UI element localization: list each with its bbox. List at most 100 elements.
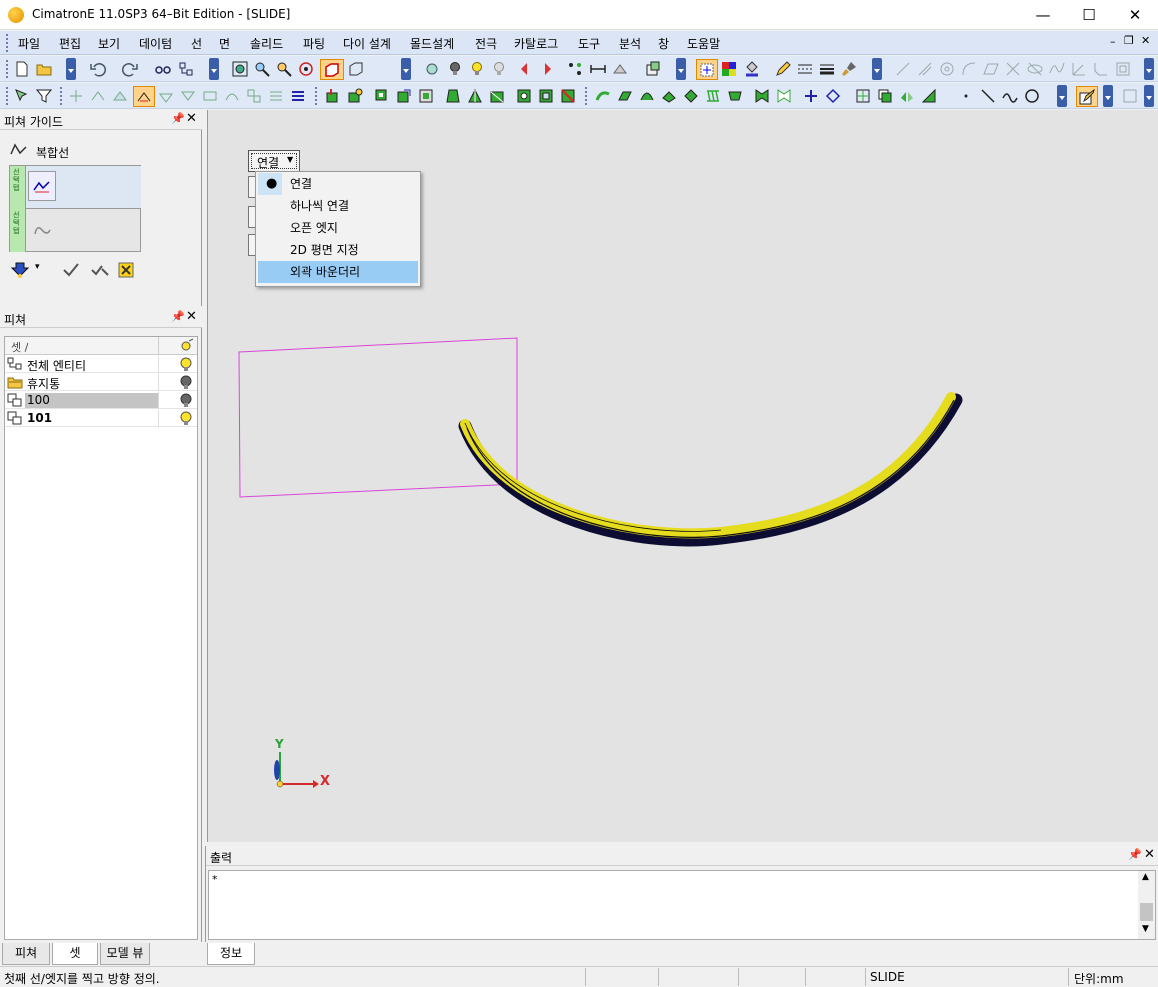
chamfer-tool-icon[interactable] xyxy=(1093,61,1109,77)
points-icon[interactable] xyxy=(567,61,583,77)
mdi-minimize-button[interactable]: – xyxy=(1110,35,1116,48)
paint-bucket-icon[interactable] xyxy=(744,61,760,77)
toolbar-overflow-button[interactable] xyxy=(401,58,411,80)
render-icon[interactable] xyxy=(424,61,440,77)
toolbar-overflow-button[interactable] xyxy=(676,58,686,80)
part-body[interactable] xyxy=(460,392,956,539)
spline-tool-icon[interactable] xyxy=(1049,61,1065,77)
menu-analysis[interactable]: 분석 xyxy=(619,35,641,52)
menu-help[interactable]: 도움말 xyxy=(687,35,720,52)
filter-toggle-button[interactable] xyxy=(696,59,718,80)
bulb-on-icon[interactable] xyxy=(180,411,192,426)
sweep-surface-icon[interactable] xyxy=(595,88,611,104)
toolbar-overflow-button[interactable] xyxy=(66,58,76,80)
apply-icon[interactable] xyxy=(90,261,110,279)
toolbar-grip[interactable] xyxy=(6,60,10,78)
close-button[interactable]: ✕ xyxy=(1112,0,1158,30)
sketcher-button[interactable] xyxy=(1076,86,1098,107)
cut-icon[interactable] xyxy=(489,88,505,104)
split-icon[interactable] xyxy=(467,88,483,104)
bulb-off-icon[interactable] xyxy=(491,61,507,77)
circle-tool-icon[interactable] xyxy=(939,61,955,77)
pick-curve-icon[interactable] xyxy=(224,88,240,104)
pick-chain-button[interactable] xyxy=(133,86,155,107)
menu-mold-design[interactable]: 몰드설계 xyxy=(410,35,454,52)
tree-row[interactable]: 휴지통 xyxy=(5,374,197,391)
frame-tool-icon[interactable] xyxy=(1115,61,1131,77)
trim-surface-icon[interactable] xyxy=(754,88,770,104)
solid-tool-icon[interactable] xyxy=(645,61,661,77)
line-tool-icon[interactable] xyxy=(895,61,911,77)
toolbar-grip[interactable] xyxy=(585,87,589,105)
trim-tool-icon[interactable] xyxy=(1005,61,1021,77)
pick-list-icon[interactable] xyxy=(290,88,306,104)
line-icon[interactable] xyxy=(980,88,996,104)
section-icon[interactable] xyxy=(612,61,628,77)
toolbar-overflow-button[interactable] xyxy=(209,58,219,80)
output-close-button[interactable]: ✕ xyxy=(1144,847,1155,862)
zoom-fit-icon[interactable] xyxy=(232,61,248,77)
output-scrollbar[interactable]: ▲ ▼ xyxy=(1138,871,1155,939)
patch-surface-icon[interactable] xyxy=(727,88,743,104)
scroll-up-icon[interactable]: ▲ xyxy=(1142,872,1149,882)
zoom-window-icon[interactable] xyxy=(254,61,270,77)
toolbar-overflow-button[interactable] xyxy=(1057,85,1067,107)
mdi-restore-button[interactable]: ❐ xyxy=(1124,34,1134,47)
pick-face-icon[interactable] xyxy=(112,88,128,104)
open-folder-icon[interactable] xyxy=(36,61,52,77)
tree-row[interactable]: 101 xyxy=(5,410,197,427)
pick-surface-icon[interactable] xyxy=(202,88,218,104)
redo-icon[interactable] xyxy=(122,61,138,77)
line-tool-2-icon[interactable] xyxy=(917,61,933,77)
hole-icon[interactable] xyxy=(516,88,532,104)
connect-mode-combo[interactable]: 연결 ▼ xyxy=(248,150,300,172)
bulb-off-icon[interactable] xyxy=(180,375,192,390)
toolbar-overflow-button[interactable] xyxy=(1103,85,1113,107)
dropdown-item-outer-boundary[interactable]: 외곽 바운더리 xyxy=(258,261,418,283)
tree-row[interactable]: 전체 엔티티 xyxy=(5,356,197,373)
minimize-button[interactable]: — xyxy=(1020,0,1066,30)
line-width-icon[interactable] xyxy=(819,61,835,77)
menu-die-design[interactable]: 다이 설계 xyxy=(343,35,391,52)
shaded-view-button[interactable] xyxy=(320,59,344,80)
toolbar-grip[interactable] xyxy=(315,87,319,105)
menu-surface[interactable]: 면 xyxy=(219,35,230,52)
move-icon[interactable] xyxy=(855,88,871,104)
mdi-close-button[interactable]: ✕ xyxy=(1141,34,1150,47)
line-style-icon[interactable] xyxy=(797,61,813,77)
menu-solid[interactable]: 솔리드 xyxy=(250,35,283,52)
extend-surface-icon[interactable] xyxy=(776,88,792,104)
set-column-header[interactable]: 셋 / xyxy=(11,339,28,355)
pocket-icon[interactable] xyxy=(538,88,554,104)
blend-surface-icon[interactable] xyxy=(639,88,655,104)
transform-icon[interactable] xyxy=(825,88,841,104)
toolbar-overflow-button[interactable] xyxy=(1144,85,1154,107)
circle-icon[interactable] xyxy=(1024,88,1040,104)
dropdown-item-2d-plane[interactable]: 2D 평면 지정 xyxy=(258,239,418,261)
apply-down-icon[interactable] xyxy=(10,261,30,279)
copy-icon[interactable] xyxy=(877,88,893,104)
sketch-plane-box[interactable] xyxy=(238,337,518,498)
step-1-content[interactable] xyxy=(26,166,141,209)
zoom-icon[interactable] xyxy=(276,61,292,77)
angle-tool-icon[interactable] xyxy=(1071,61,1087,77)
menu-datum[interactable]: 데이텀 xyxy=(139,35,172,52)
glasses-icon[interactable] xyxy=(155,61,171,77)
parallelogram-tool-icon[interactable] xyxy=(983,61,999,77)
arrow-right-icon[interactable] xyxy=(539,61,555,77)
curve-direction-icon[interactable] xyxy=(34,222,52,238)
dropdown-item-connect-one[interactable]: 하나씩 연결 xyxy=(258,195,418,217)
tab-info[interactable]: 정보 xyxy=(207,943,255,965)
pick-loop-icon[interactable] xyxy=(180,88,196,104)
menu-electrode[interactable]: 전극 xyxy=(475,35,497,52)
ok-check-icon[interactable] xyxy=(62,261,80,279)
menu-tools[interactable]: 도구 xyxy=(578,35,600,52)
frame-icon[interactable] xyxy=(1122,88,1138,104)
pick-body-icon[interactable] xyxy=(158,88,174,104)
menu-grip[interactable] xyxy=(6,34,10,52)
pick-edge-icon[interactable] xyxy=(90,88,106,104)
step-2-tab[interactable]: 선택탭 xyxy=(10,209,26,252)
revolve-icon[interactable] xyxy=(347,88,363,104)
step-1-tab[interactable]: 선택탭 xyxy=(10,166,26,209)
extrude-icon[interactable] xyxy=(325,88,341,104)
